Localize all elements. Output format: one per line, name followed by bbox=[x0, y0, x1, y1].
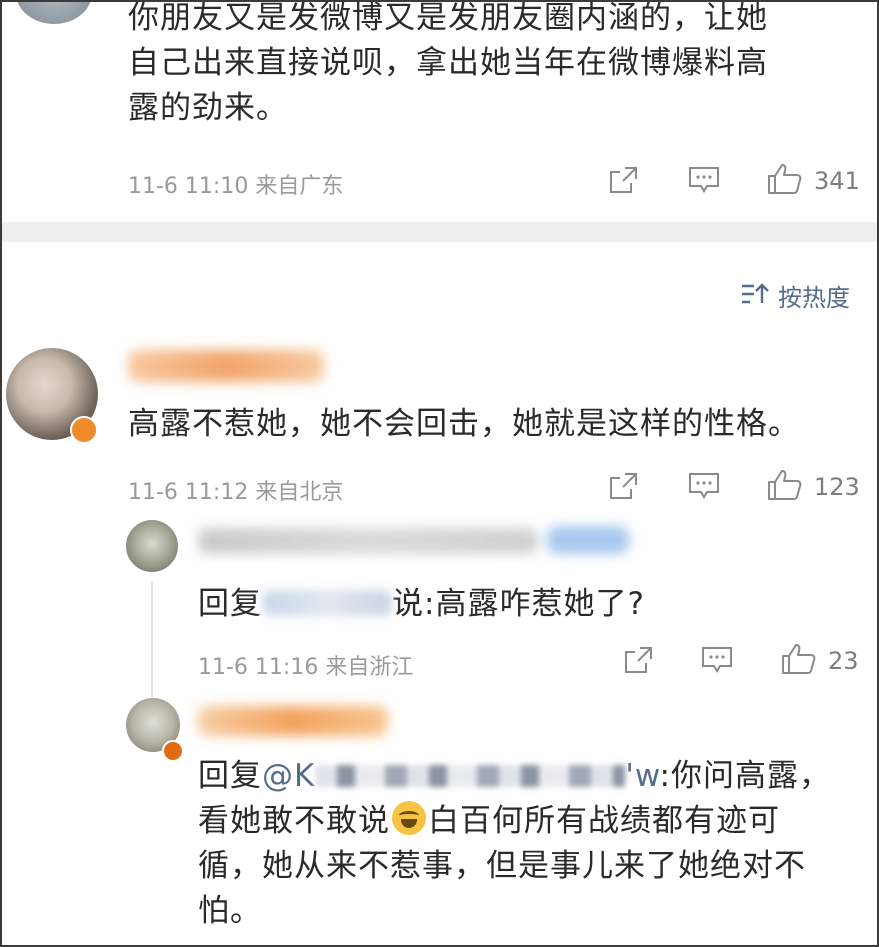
like-icon[interactable] bbox=[766, 162, 804, 196]
username-redacted bbox=[128, 350, 324, 382]
like-count: 123 bbox=[814, 473, 860, 501]
reply-meta: 11-6 11:16 来自浙江 bbox=[198, 655, 414, 680]
comment-text: 高露不惹她，她不会回击，她就是这样的性格。 bbox=[128, 406, 800, 442]
comment-meta: 11-6 11:12 来自北京 bbox=[128, 480, 344, 505]
badge-redacted bbox=[547, 526, 629, 554]
thread-line bbox=[151, 582, 153, 697]
comment-icon[interactable] bbox=[687, 165, 721, 195]
vip-badge bbox=[162, 740, 184, 762]
laugh-cry-emoji bbox=[392, 801, 426, 835]
sort-label: 按热度 bbox=[778, 284, 850, 312]
sort-control[interactable]: 按热度 bbox=[740, 278, 850, 313]
comment-text: 你朋友又是发微博又是发朋友圈内涵的，让她 自己出来直接说呗，拿出她当年在微博爆料… bbox=[128, 0, 768, 126]
username-redacted bbox=[198, 706, 388, 736]
comment-icon[interactable] bbox=[687, 471, 721, 501]
like-icon[interactable] bbox=[780, 642, 818, 676]
reply-text: 回复@K'w:你问高露， 看她敢不敢说 白百何所有战绩都有迹可 循，她从来不惹事，… bbox=[198, 758, 831, 929]
mention-link[interactable]: @K'w bbox=[262, 758, 660, 794]
comment-feed: 你朋友又是发微博又是发朋友圈内涵的，让她 自己出来直接说呗，拿出她当年在微博爆料… bbox=[0, 0, 879, 947]
like-icon[interactable] bbox=[766, 468, 804, 502]
reply-text: 回复 说:高露咋惹她了? bbox=[198, 586, 645, 622]
sort-icon bbox=[740, 281, 770, 311]
mention-redacted[interactable] bbox=[262, 590, 392, 616]
like-count: 341 bbox=[814, 167, 860, 195]
like-count: 23 bbox=[828, 647, 859, 675]
share-icon[interactable] bbox=[622, 645, 654, 675]
share-icon[interactable] bbox=[607, 165, 639, 195]
vip-badge bbox=[70, 416, 98, 444]
avatar[interactable] bbox=[126, 520, 178, 572]
comment-meta: 11-6 11:10 来自广东 bbox=[128, 174, 344, 199]
username-redacted bbox=[198, 528, 538, 554]
mention-redacted bbox=[315, 765, 626, 787]
avatar[interactable] bbox=[16, 2, 92, 24]
section-divider bbox=[2, 222, 877, 242]
comment-icon[interactable] bbox=[700, 645, 734, 675]
share-icon[interactable] bbox=[607, 471, 639, 501]
